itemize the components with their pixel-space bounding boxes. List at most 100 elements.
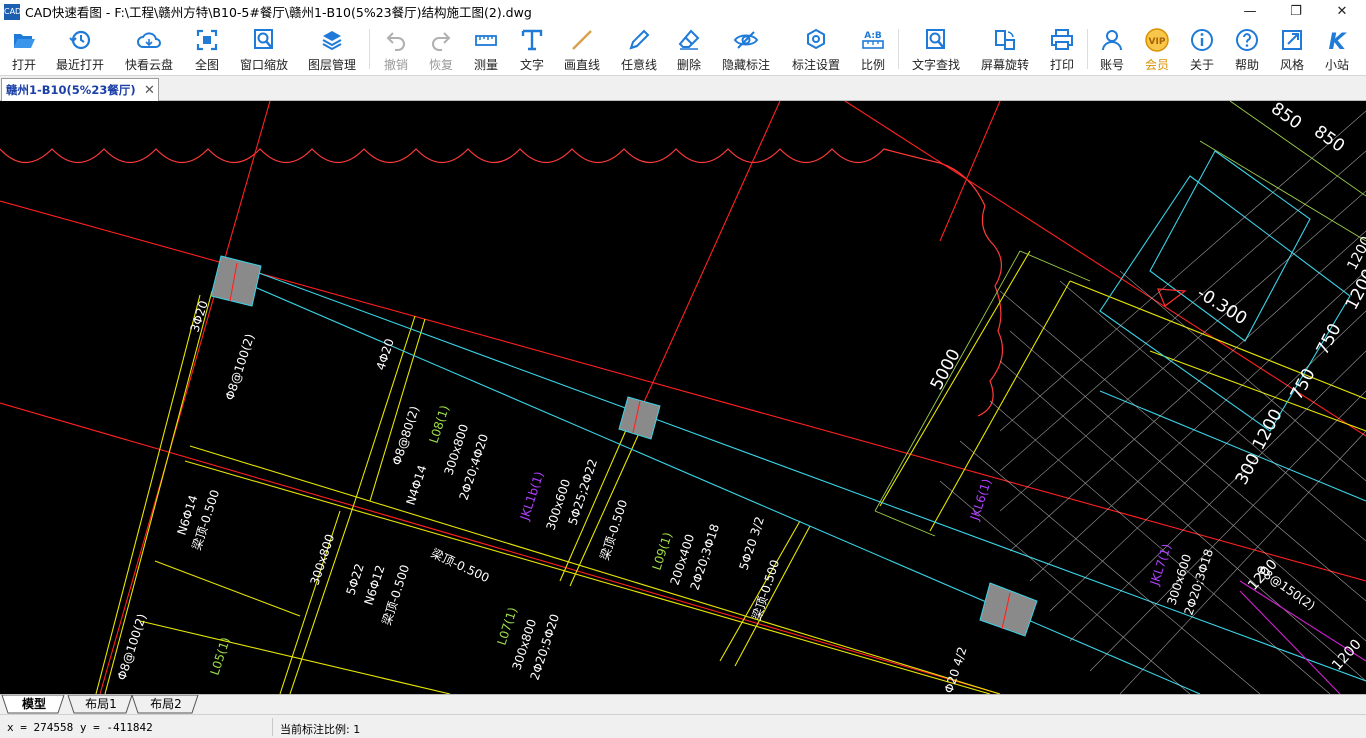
toolbar-separator: [369, 29, 370, 69]
beam-label-l09: L09(1): [650, 531, 675, 572]
folder-open-icon: [11, 27, 37, 53]
undo-icon: [383, 27, 409, 53]
cad-drawing: 850 850 1200 750 750 1200 300 5000 1200 …: [0, 101, 1366, 694]
scale-button[interactable]: A:B 比例: [857, 27, 889, 73]
user-icon: [1099, 27, 1125, 53]
style-icon: [1279, 27, 1305, 53]
dim-750-b: 750: [1287, 365, 1320, 403]
toolbar-label: 打印: [1049, 58, 1074, 72]
dim-850-b: 850: [1310, 122, 1348, 157]
text-search-button[interactable]: 文字查找: [908, 27, 964, 73]
print-button[interactable]: 打印: [1046, 27, 1078, 73]
beam-label-top-elev-e: 梁顶-0.500: [429, 545, 492, 585]
window-zoom-button[interactable]: 窗口缩放: [236, 27, 292, 73]
beam-label-3phi20: 3Φ20: [188, 299, 211, 334]
dim-1200-mid: 1200: [1249, 406, 1287, 454]
recent-open-button[interactable]: 最近打开: [53, 27, 107, 73]
toolbar-separator: [1087, 29, 1088, 69]
beam-label-top-elev-a: 梁顶-0.500: [597, 498, 631, 562]
fit-all-button[interactable]: 全图: [190, 27, 224, 73]
toolbar-label: 最近打开: [55, 58, 104, 72]
layout-tab-layout1[interactable]: 布局1: [75, 695, 127, 714]
window-title: CAD快速看图 - F:\工程\赣州方特\B10-5#餐厅\赣州1-B10(5%…: [25, 5, 532, 20]
toolbar-separator: [898, 29, 899, 69]
status-bar: x = 274558 y = -411842 当前标注比例: 1: [0, 714, 1366, 738]
document-tab[interactable]: 赣州1-B10(5%23餐厅) ✕: [1, 78, 159, 101]
maximize-button[interactable]: ❐: [1273, 0, 1319, 23]
minimize-button[interactable]: —: [1227, 0, 1273, 23]
beam-label-jkl1b-rebar: 5Φ25;2Φ22: [566, 457, 601, 527]
toolbar-label: 标注设置: [791, 58, 840, 72]
toolbar-label: 文字查找: [911, 58, 960, 72]
help-icon: [1234, 27, 1260, 53]
layer-manager-button[interactable]: 图层管理: [304, 27, 360, 73]
delete-button[interactable]: 删除: [673, 27, 705, 73]
beam-label-4phi20: 4Φ20: [374, 337, 397, 372]
dim-1200-top: 1200: [1342, 266, 1366, 314]
beam-label-jkl6: JKL6(1): [967, 477, 994, 523]
site-k-icon: K: [1324, 27, 1350, 53]
toolbar-label: 小站: [1324, 58, 1349, 72]
annotation-scale-status: 当前标注比例: 1: [280, 723, 361, 736]
cloud-drive-button[interactable]: 快看云盘: [122, 27, 176, 73]
draw-line-button[interactable]: 画直线: [561, 27, 603, 73]
style-button[interactable]: 风格: [1276, 27, 1308, 73]
toolbar-label: 撤销: [383, 58, 408, 72]
main-toolbar: 打开 最近打开 快看云盘 全图 窗口缩放 图层管理 撤销 恢复 测量 文字 画直…: [0, 23, 1366, 76]
title-bar: CAD CAD快速看图 - F:\工程\赣州方特\B10-5#餐厅\赣州1-B1…: [0, 0, 1366, 23]
beam-label-top-elev-b: 梁顶-0.500: [749, 558, 783, 622]
document-tab-bar: 赣州1-B10(5%23餐厅) ✕: [0, 76, 1366, 101]
printer-icon: [1049, 27, 1075, 53]
beam-label-l09-rebar: 2Φ20;3Φ18: [688, 522, 723, 592]
toolbar-label: 窗口缩放: [239, 58, 288, 72]
layers-icon: [319, 27, 345, 53]
measure-button[interactable]: 测量: [470, 27, 502, 73]
freehand-line-button[interactable]: 任意线: [618, 27, 660, 73]
hide-annotation-button[interactable]: 隐藏标注: [718, 27, 774, 73]
close-tab-icon[interactable]: ✕: [144, 83, 155, 98]
annotation-settings-button[interactable]: 标注设置: [788, 27, 844, 73]
text-button[interactable]: 文字: [516, 27, 548, 73]
drawing-canvas[interactable]: 850 850 1200 750 750 1200 300 5000 1200 …: [0, 101, 1366, 694]
rotate-screen-icon: [992, 27, 1018, 53]
toolbar-label: 恢复: [428, 58, 453, 72]
scale-ab-text: A:B: [864, 31, 882, 41]
toolbar-label: 屏幕旋转: [980, 58, 1029, 72]
beam-label-5phi20: 5Φ20 3/2: [737, 515, 767, 572]
undo-button[interactable]: 撤销: [380, 27, 412, 73]
help-button[interactable]: 帮助: [1231, 27, 1263, 73]
open-button[interactable]: 打开: [6, 27, 42, 73]
toolbar-label: 任意线: [620, 58, 657, 72]
cloud-icon: [136, 27, 162, 53]
window-zoom-icon: [251, 27, 277, 53]
beam-label-phi8-80: Φ8@80(2): [390, 404, 422, 467]
toolbar-label: 文字: [519, 58, 544, 72]
account-button[interactable]: 账号: [1096, 27, 1128, 73]
layout-tab-bar: 模型 布局1 布局2: [0, 694, 1366, 714]
rotate-screen-button[interactable]: 屏幕旋转: [977, 27, 1033, 73]
redo-button[interactable]: 恢复: [425, 27, 457, 73]
eye-hide-icon: [733, 27, 759, 53]
text-search-icon: [923, 27, 949, 53]
beam-label-l08: L08(1): [427, 404, 452, 445]
recent-clock-icon: [67, 27, 93, 53]
mini-site-button[interactable]: K 小站: [1321, 27, 1353, 73]
fit-all-icon: [194, 27, 220, 53]
toolbar-label: 删除: [676, 58, 701, 72]
layout-tab-layout2[interactable]: 布局2: [139, 695, 193, 714]
dim-300: 300: [1232, 450, 1265, 488]
toolbar-label: 比例: [860, 58, 885, 72]
ruler-icon: [473, 27, 499, 53]
toolbar-label: 隐藏标注: [721, 58, 770, 72]
vip-member-button[interactable]: VIP 会员: [1141, 27, 1173, 73]
app-logo-icon: CAD: [4, 3, 21, 20]
about-button[interactable]: 关于: [1186, 27, 1218, 73]
beam-label-jkl7: JKL7(1): [1147, 542, 1174, 588]
elevation-label: -0.300: [1193, 283, 1250, 329]
dim-750-a: 750: [1313, 320, 1346, 358]
pen-icon: [626, 27, 652, 53]
layout-tab-model[interactable]: 模型: [8, 695, 60, 714]
vip-icon: VIP: [1144, 27, 1170, 53]
close-window-button[interactable]: ✕: [1319, 0, 1365, 23]
beam-label-300x800: 300x800: [308, 532, 338, 587]
